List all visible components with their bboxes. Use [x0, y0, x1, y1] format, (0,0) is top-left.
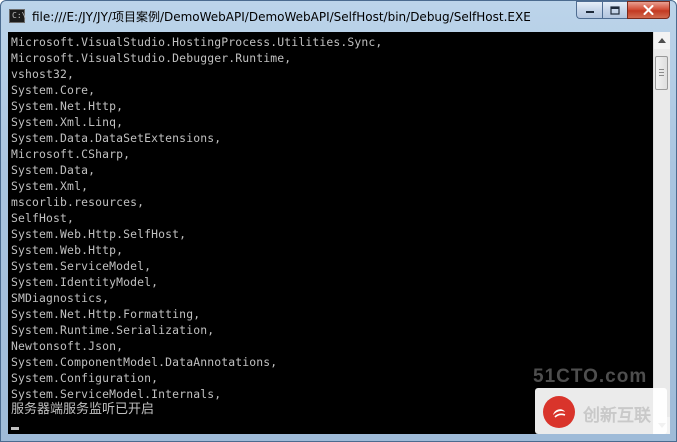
console-line: System.Net.Http.Formatting,	[11, 307, 201, 321]
console-line: System.Web.Http,	[11, 243, 124, 257]
grip-line	[659, 75, 664, 76]
grip-line	[659, 69, 664, 70]
console-app-icon[interactable]: C:\	[9, 9, 27, 23]
console-line: System.ServiceModel,	[11, 259, 152, 273]
console-line: System.Runtime.Serialization,	[11, 323, 215, 337]
console-line: System.Core,	[11, 83, 96, 97]
console-lines: Microsoft.VisualStudio.HostingProcess.Ut…	[11, 34, 382, 402]
text-cursor	[11, 427, 19, 430]
console-line: System.ServiceModel.Internals,	[11, 387, 222, 401]
scroll-thumb[interactable]	[655, 56, 668, 90]
console-line: System.Net.Http,	[11, 99, 124, 113]
console-line: System.Xml,	[11, 179, 89, 193]
console-line: System.Web.Http.SelfHost,	[11, 227, 187, 241]
minimize-icon	[585, 11, 594, 13]
console-line: vshost32,	[11, 67, 75, 81]
close-button[interactable]	[627, 1, 670, 19]
console-line: Microsoft.CSharp,	[11, 147, 131, 161]
window-controls	[576, 1, 670, 20]
console-output[interactable]: Microsoft.VisualStudio.HostingProcess.Ut…	[8, 32, 653, 434]
console-line: SelfHost,	[11, 211, 75, 225]
maximize-button[interactable]	[602, 1, 627, 19]
close-icon	[643, 5, 654, 15]
console-line: Microsoft.VisualStudio.HostingProcess.Ut…	[11, 35, 383, 49]
console-line: SMDiagnostics,	[11, 291, 110, 305]
console-window: C:\ file:///E:/JY/JY/项目案例/DemoWebAPI/Dem…	[0, 0, 677, 442]
title-bar[interactable]: C:\ file:///E:/JY/JY/项目案例/DemoWebAPI/Dem…	[1, 1, 676, 31]
app-icon-prompt: C:\	[12, 11, 27, 20]
console-line: Newtonsoft.Json,	[11, 339, 124, 353]
console-line: System.Data.DataSetExtensions,	[11, 131, 222, 145]
window-title: file:///E:/JY/JY/项目案例/DemoWebAPI/DemoWeb…	[32, 10, 531, 24]
arrow-down-icon	[658, 423, 666, 428]
minimize-button[interactable]	[576, 1, 602, 19]
console-line: mscorlib.resources,	[11, 195, 145, 209]
console-line: System.IdentityModel,	[11, 275, 159, 289]
console-line: System.Xml.Linq,	[11, 115, 124, 129]
vertical-scrollbar[interactable]	[653, 32, 670, 434]
console-line: System.ComponentModel.DataAnnotations,	[11, 355, 278, 369]
maximize-icon	[610, 5, 620, 15]
scroll-down-button[interactable]	[654, 417, 670, 434]
grip-line	[659, 72, 664, 73]
scroll-up-button[interactable]	[654, 32, 670, 49]
console-line: Microsoft.VisualStudio.Debugger.Runtime,	[11, 51, 292, 65]
console-line: System.Configuration,	[11, 371, 159, 385]
server-status-line: 服务器端服务监听已开启	[11, 402, 155, 417]
console-line: System.Data,	[11, 163, 96, 177]
arrow-up-icon	[658, 38, 666, 43]
